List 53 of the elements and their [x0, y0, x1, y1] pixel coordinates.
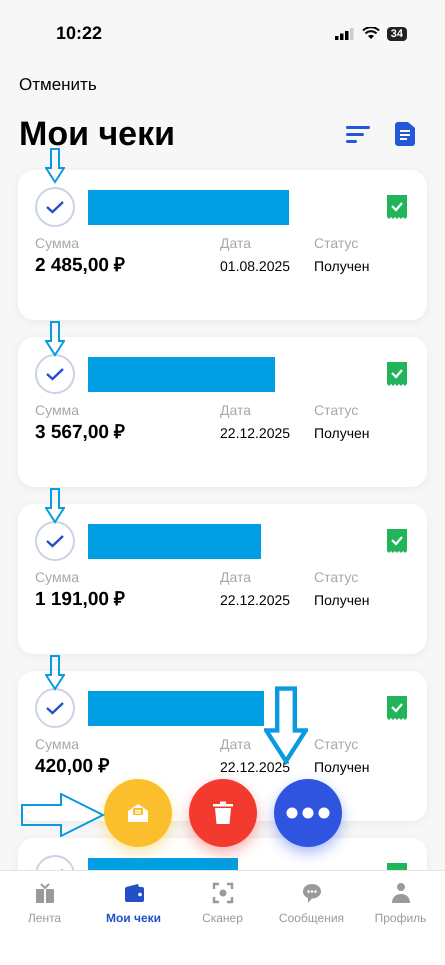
check-icon	[45, 367, 65, 381]
signal-icon	[334, 28, 355, 40]
date-label: Дата	[220, 568, 252, 587]
sum-label: Сумма	[35, 735, 80, 754]
sum-label: Сумма	[35, 568, 80, 587]
sum-value: 2 485,00 ₽	[35, 254, 126, 278]
battery-indicator: 34	[386, 26, 407, 40]
more-icon	[286, 807, 330, 819]
envelope-icon	[126, 801, 150, 825]
document-icon[interactable]	[395, 122, 415, 146]
select-checkbox[interactable]	[35, 521, 75, 561]
receipt-card[interactable]: Сумма 1 191,00 ₽ Дата 22.12.2025 Статус Получен	[18, 504, 427, 654]
sort-icon[interactable]	[346, 124, 371, 144]
date-label: Дата	[220, 735, 252, 754]
check-icon	[45, 200, 65, 214]
status-value: Получен	[314, 758, 370, 777]
wifi-icon	[362, 27, 380, 40]
annotation-arrow-icon	[45, 148, 65, 184]
status-label: Статус	[314, 568, 360, 587]
status-time: 10:22	[56, 22, 102, 45]
trash-icon	[212, 801, 234, 825]
annotation-arrow-icon	[21, 793, 105, 837]
date-value: 22.12.2025	[220, 424, 292, 443]
date-value: 22.12.2025	[220, 758, 292, 777]
status-value: Получен	[314, 591, 370, 610]
status-value: Получен	[314, 424, 370, 443]
date-label: Дата	[220, 401, 252, 420]
select-checkbox[interactable]	[35, 688, 75, 728]
sum-label: Сумма	[35, 401, 80, 420]
receipt-card[interactable]: Сумма 3 567,00 ₽ Дата 22.12.2025 Статус Получен	[18, 337, 427, 487]
check-icon	[45, 701, 65, 715]
date-value: 22.12.2025	[220, 591, 292, 610]
sum-value: 1 191,00 ₽	[35, 588, 126, 612]
annotation-arrow-icon	[45, 655, 65, 691]
sum-value: 3 567,00 ₽	[35, 421, 126, 445]
status-value: Получен	[314, 257, 370, 276]
page-title: Мои чеки	[19, 114, 176, 154]
check-icon	[45, 534, 65, 548]
cancel-button[interactable]: Отменить	[19, 72, 97, 98]
receipt-card[interactable]: Сумма 2 485,00 ₽ Дата 01.08.2025 Статус Получен	[18, 170, 427, 320]
status-label: Статус	[314, 401, 360, 420]
annotation-arrow-icon	[45, 321, 65, 357]
select-checkbox[interactable]	[35, 354, 75, 394]
scan-icon	[210, 881, 234, 905]
status-label: Статус	[314, 234, 360, 253]
date-value: 01.08.2025	[220, 257, 292, 276]
status-label: Статус	[314, 735, 360, 754]
sum-label: Сумма	[35, 234, 80, 253]
select-checkbox[interactable]	[35, 187, 75, 227]
date-label: Дата	[220, 234, 252, 253]
annotation-arrow-icon	[45, 488, 65, 524]
sum-value: 420,00 ₽	[35, 755, 110, 779]
tab-bar-item[interactable]: Мои чеки	[89, 881, 178, 965]
